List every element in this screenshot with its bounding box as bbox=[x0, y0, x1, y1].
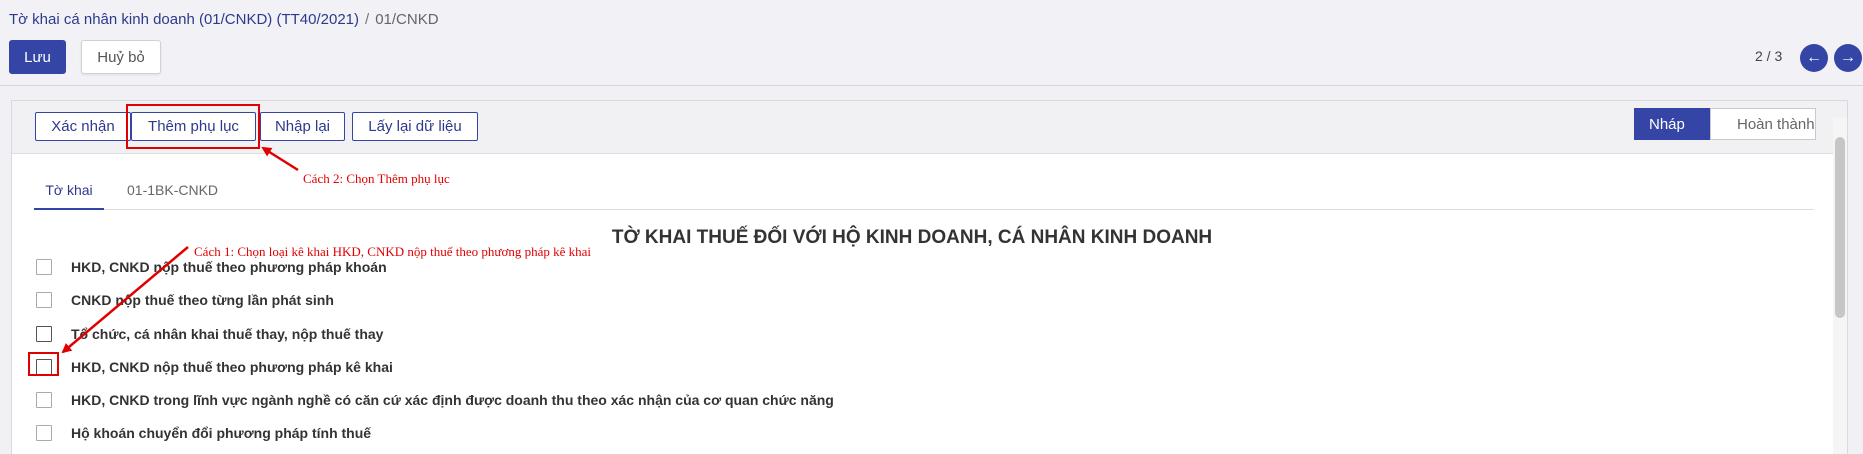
option-row: Tổ chức, cá nhân khai thuế thay, nộp thu… bbox=[36, 324, 383, 344]
option-checkbox[interactable] bbox=[36, 326, 52, 342]
annotation-method-2: Cách 2: Chọn Thêm phụ lục bbox=[303, 171, 450, 186]
form-header-bar: Xác nhận Thêm phụ lục Nhập lại Lấy lại d… bbox=[12, 101, 1847, 154]
arrow-left-icon: ← bbox=[1806, 49, 1822, 66]
option-row: HKD, CNKD trong lĩnh vực ngành nghề có c… bbox=[36, 390, 834, 410]
option-label: Tổ chức, cá nhân khai thuế thay, nộp thu… bbox=[71, 326, 384, 342]
annotation-method-1: Cách 1: Chọn loại kê khai HKD, CNKD nộp … bbox=[194, 244, 591, 259]
pager-value: 2 / 3 bbox=[1755, 48, 1783, 64]
annotation-highlight-checkbox bbox=[28, 352, 59, 376]
tab-01-1bk-cnkd[interactable]: 01-1BK-CNKD bbox=[127, 178, 218, 210]
tab-declaration[interactable]: Tờ khai bbox=[34, 178, 104, 210]
option-row: HKD, CNKD nộp thuế theo phương pháp khoá… bbox=[36, 257, 387, 277]
arrow-right-icon: → bbox=[1840, 49, 1856, 66]
form-sheet: Xác nhận Thêm phụ lục Nhập lại Lấy lại d… bbox=[11, 100, 1848, 454]
notebook-tabs: Tờ khai 01-1BK-CNKD bbox=[34, 178, 1814, 210]
status-done[interactable]: Hoàn thành bbox=[1710, 108, 1816, 140]
option-label: Hộ khoán chuyển đổi phương pháp tính thu… bbox=[71, 425, 372, 441]
reset-button[interactable]: Nhập lại bbox=[260, 112, 345, 141]
status-bar: Nháp Hoàn thành bbox=[1634, 108, 1816, 140]
breadcrumb-separator: / bbox=[365, 11, 370, 28]
confirm-button[interactable]: Xác nhận bbox=[35, 112, 131, 141]
option-label: HKD, CNKD trong lĩnh vực ngành nghề có c… bbox=[71, 392, 834, 408]
breadcrumb-current: 01/CNKD bbox=[375, 11, 439, 28]
discard-button[interactable]: Huỷ bỏ bbox=[81, 40, 161, 74]
option-row: CNKD nộp thuế theo từng lần phát sinh bbox=[36, 290, 334, 310]
breadcrumb-link[interactable]: Tờ khai cá nhân kinh doanh (01/CNKD) (TT… bbox=[9, 11, 359, 28]
previous-record-button[interactable]: ← bbox=[1800, 44, 1828, 72]
option-label: CNKD nộp thuế theo từng lần phát sinh bbox=[71, 292, 334, 308]
reload-data-button[interactable]: Lấy lại dữ liệu bbox=[352, 112, 478, 141]
option-label: HKD, CNKD nộp thuế theo phương pháp khoá… bbox=[71, 259, 387, 275]
save-button[interactable]: Lưu bbox=[9, 40, 66, 74]
annotation-highlight-add-addendum bbox=[126, 104, 260, 149]
scrollbar-thumb[interactable] bbox=[1835, 137, 1845, 318]
option-checkbox[interactable] bbox=[36, 292, 52, 308]
option-checkbox[interactable] bbox=[36, 259, 52, 275]
option-row: HKD, CNKD nộp thuế theo phương pháp kê k… bbox=[36, 357, 393, 377]
control-panel: Tờ khai cá nhân kinh doanh (01/CNKD) (TT… bbox=[0, 0, 1863, 86]
option-checkbox[interactable] bbox=[36, 392, 52, 408]
scrollbar-track[interactable] bbox=[1833, 117, 1847, 454]
breadcrumb: Tờ khai cá nhân kinh doanh (01/CNKD) (TT… bbox=[9, 11, 439, 28]
next-record-button[interactable]: → bbox=[1834, 44, 1862, 72]
option-label: HKD, CNKD nộp thuế theo phương pháp kê k… bbox=[71, 359, 393, 375]
option-checkbox[interactable] bbox=[36, 425, 52, 441]
status-draft[interactable]: Nháp bbox=[1634, 108, 1722, 140]
option-row: Hộ khoán chuyển đổi phương pháp tính thu… bbox=[36, 423, 371, 443]
